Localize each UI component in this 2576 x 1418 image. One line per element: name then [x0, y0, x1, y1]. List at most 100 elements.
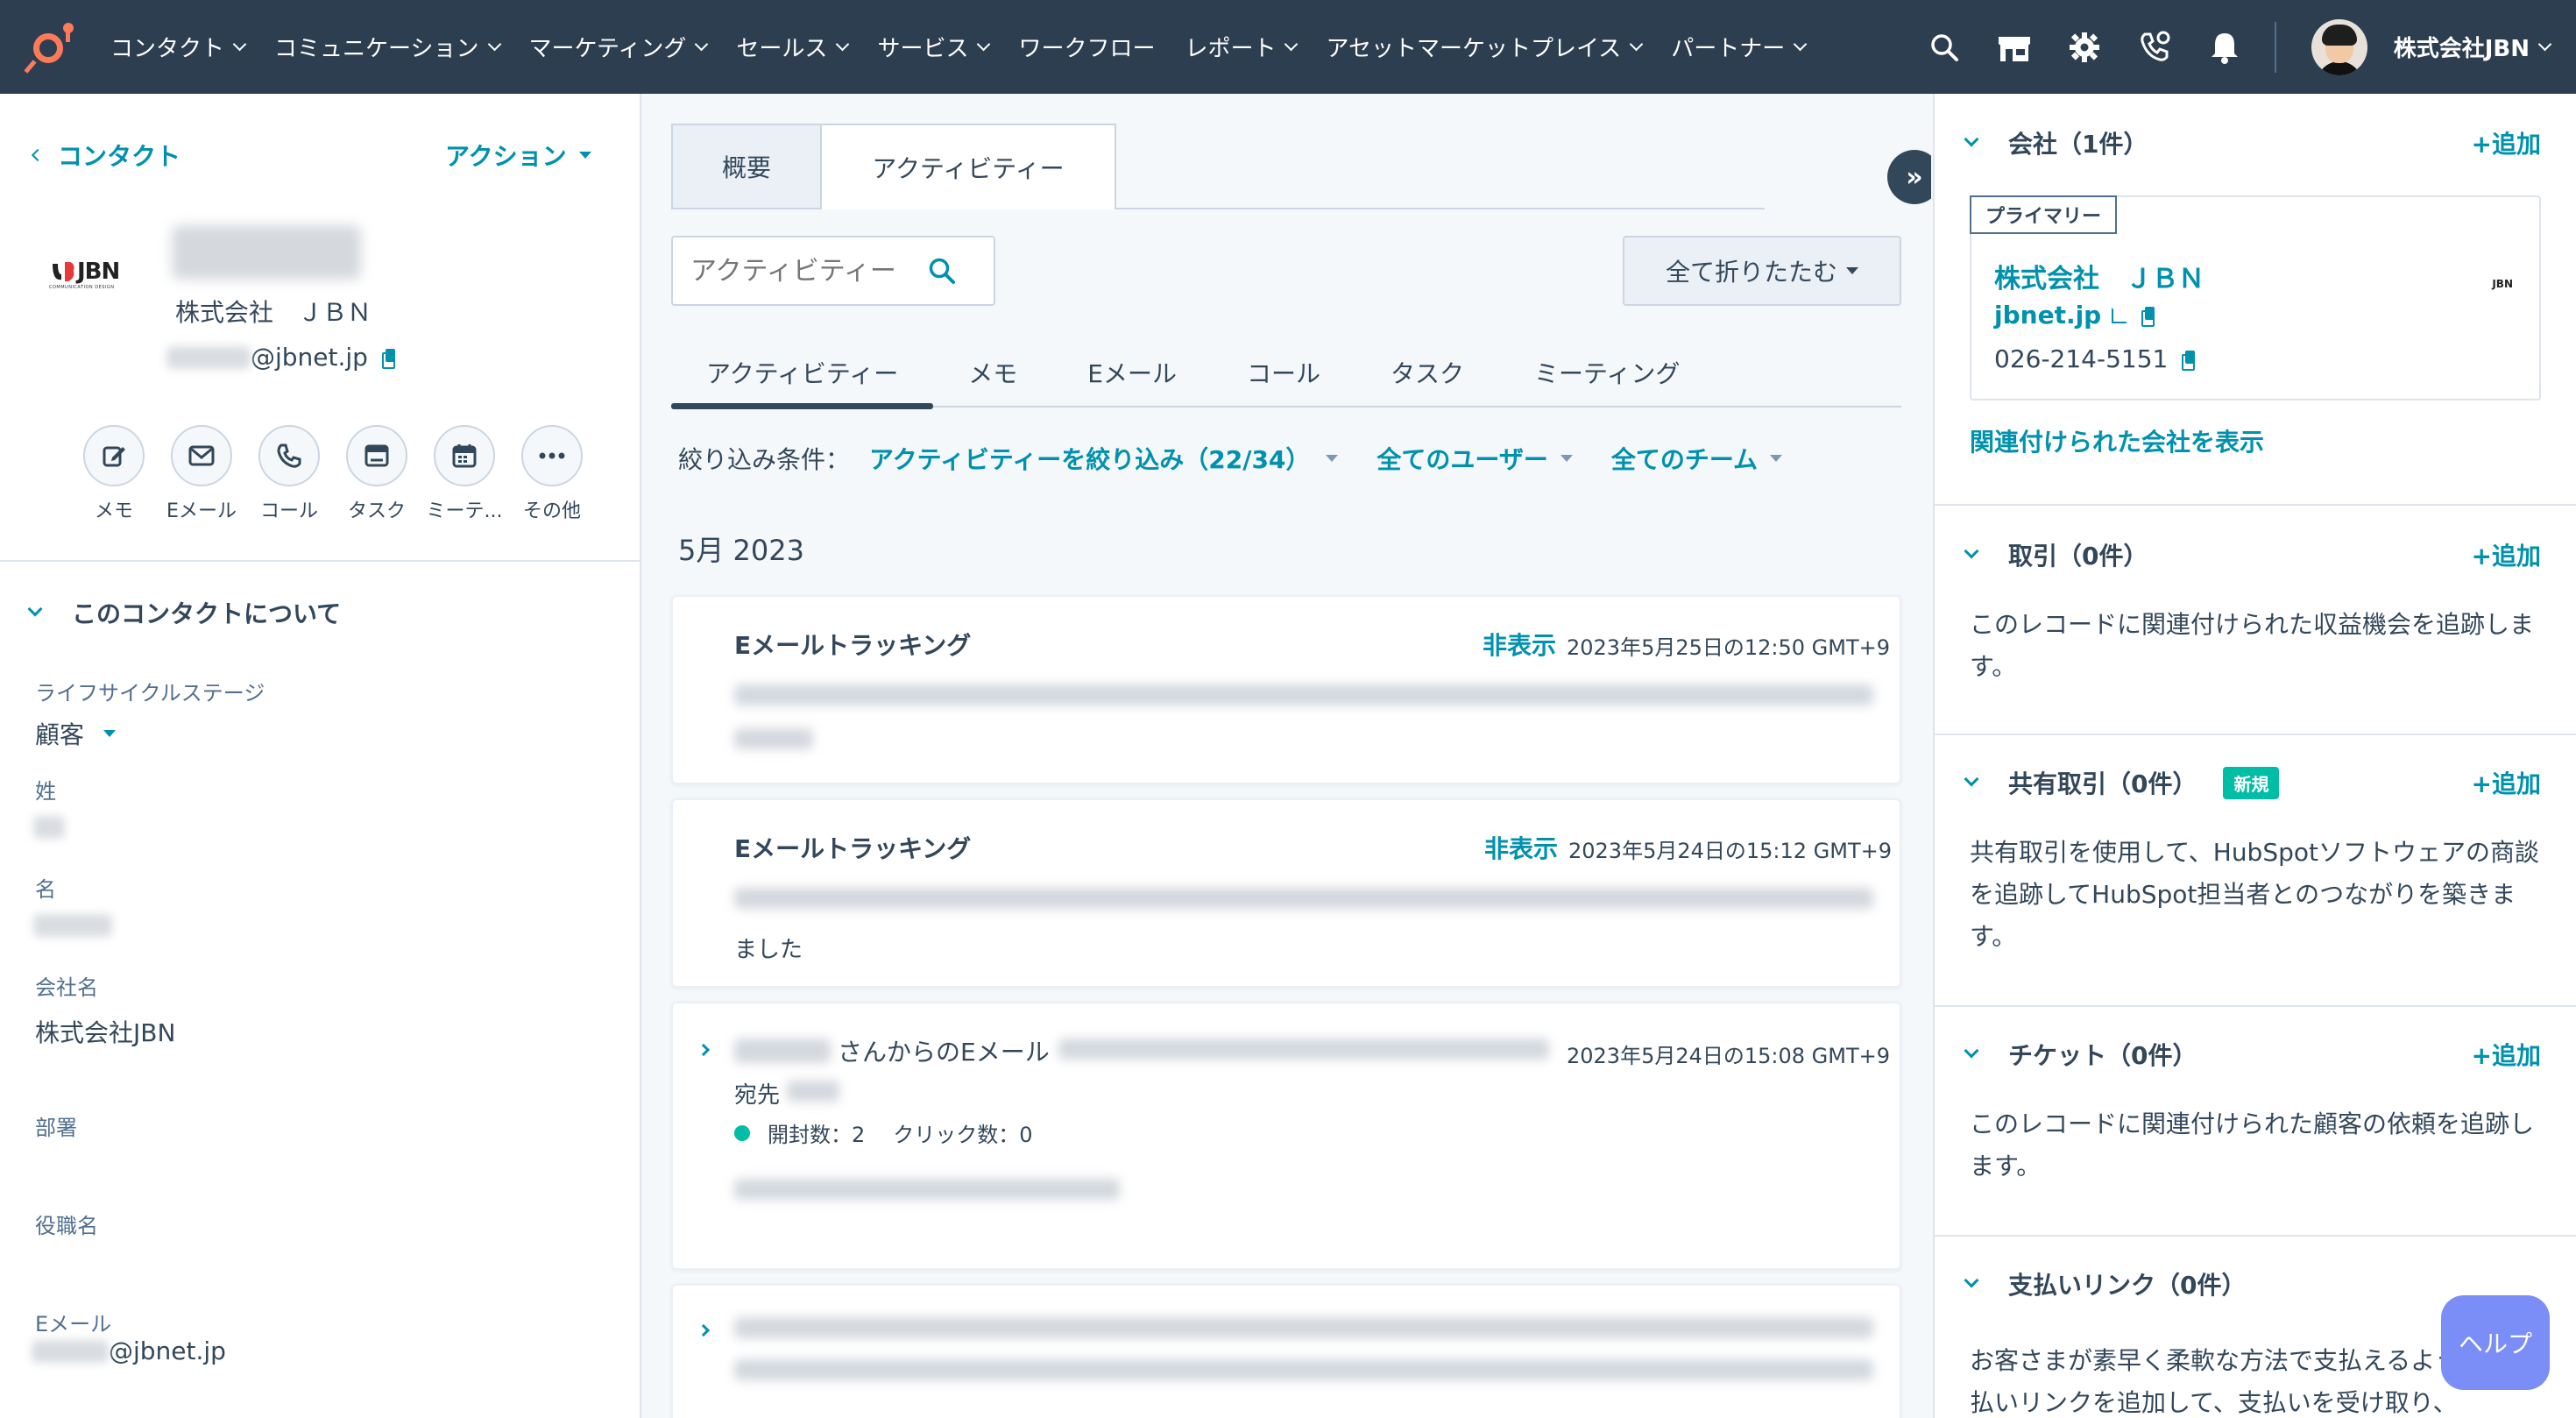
quick-action-email[interactable]: Eメール [158, 425, 245, 523]
help-button[interactable]: ヘルプ [2441, 1295, 2550, 1390]
tab-meetings[interactable]: ミーティング [1499, 339, 1715, 406]
tab-all-activities[interactable]: アクティビティー [671, 339, 934, 409]
activity-card[interactable]: Eメールトラッキング 非表示 2023年5月24日の15:12 GMT+9 まし… [671, 798, 1901, 988]
view-associated-companies-link[interactable]: 関連付けられた会社を表示 [1970, 423, 2264, 458]
activity-title: Eメールトラッキング [734, 834, 972, 863]
notifications-bell-icon[interactable] [2204, 27, 2245, 67]
user-avatar[interactable] [2311, 18, 2367, 75]
email-field[interactable]: @jbnet.jp [32, 1336, 226, 1365]
tab-tasks[interactable]: タスク [1355, 339, 1499, 406]
add-deal-button[interactable]: +追加 [2472, 537, 2541, 572]
nav-item-reports[interactable]: レポート [1185, 31, 1299, 63]
nav-item-partners[interactable]: パートナー [1671, 31, 1808, 63]
tab-overview[interactable]: 概要 [671, 124, 822, 209]
company-phone: 026-214-5151 [1994, 344, 2196, 373]
nav-utilities: 株式会社JBN [1924, 0, 2576, 94]
quick-action-call[interactable]: コール [245, 425, 333, 523]
email-label: Eメール [35, 1312, 112, 1336]
filter-users-dropdown[interactable]: 全てのユーザー [1376, 441, 1573, 476]
hide-link[interactable]: 非表示 [1483, 627, 1556, 662]
company-name-link[interactable]: 株式会社 ＪＢＮ [1994, 257, 2204, 295]
tab-emails[interactable]: Eメール [1052, 339, 1212, 406]
marketplace-icon[interactable] [1994, 27, 2035, 67]
chevron-right-icon[interactable] [697, 1323, 711, 1337]
external-link-icon [2112, 307, 2128, 323]
back-to-contacts-link[interactable]: コンタクト [31, 138, 180, 173]
quick-action-more[interactable]: その他 [508, 425, 596, 523]
calling-icon[interactable] [2134, 27, 2175, 67]
job-title-label: 役職名 [35, 1214, 98, 1238]
activity-date: 2023年5月24日の15:08 GMT+9 [1567, 1044, 1891, 1068]
lifecycle-stage-select[interactable]: 顧客 [35, 716, 117, 751]
filter-teams-dropdown[interactable]: 全てのチーム [1611, 441, 1783, 476]
quick-action-task[interactable]: タスク [333, 425, 421, 523]
tab-calls[interactable]: コール [1212, 339, 1355, 406]
company-name-field[interactable]: 株式会社JBN [35, 1014, 175, 1049]
activity-card[interactable]: Eメールトラッキング 非表示 2023年5月25日の12:50 GMT+9 [671, 595, 1901, 784]
primary-badge: プライマリー [1970, 195, 2118, 234]
chevron-right-icon[interactable] [697, 1043, 711, 1057]
filter-activity-dropdown[interactable]: アクティビティーを絞り込み（22/34） [869, 441, 1339, 476]
quick-action-meeting[interactable]: ミーテ... [421, 425, 508, 523]
add-ticket-button[interactable]: +追加 [2472, 1037, 2541, 1072]
tab-activities[interactable]: アクティビティー [822, 124, 1116, 209]
expand-sidebar-button[interactable]: » [1887, 150, 1931, 204]
edit-icon [103, 446, 125, 467]
payment-links-section-toggle[interactable]: 支払いリンク（0件） [1964, 1266, 2246, 1301]
chevron-down-icon [1793, 37, 1808, 52]
associations-sidebar: 会社（1件） +追加 プライマリー 株式会社 ＪＢＮ jbnet.jp 026-… [1933, 94, 2576, 1418]
company-domain-link[interactable]: jbnet.jp [1994, 301, 2155, 330]
collapse-all-button[interactable]: 全て折りたたむ [1623, 236, 1901, 306]
activity-card[interactable]: さんからのEメール 2023年5月24日の15:08 GMT+9 宛先 開封数：… [671, 1002, 1901, 1270]
copy-icon[interactable] [2182, 350, 2196, 371]
copy-icon[interactable] [381, 348, 396, 369]
about-section-toggle[interactable]: このコンタクトについて [27, 595, 341, 630]
chevron-down-icon[interactable] [2537, 37, 2552, 52]
section-divider [1935, 1235, 2576, 1237]
tab-notes[interactable]: メモ [933, 339, 1052, 406]
chevron-down-icon [487, 37, 501, 52]
activity-search-input[interactable] [690, 255, 927, 287]
contact-sidebar: コンタクト アクション JBN COMMUNICATION DESIGN 株式会… [0, 94, 641, 1418]
search-icon[interactable] [927, 256, 957, 286]
nav-item-workflows[interactable]: ワークフロー [1018, 31, 1155, 63]
shared-deals-section-toggle[interactable]: 共有取引（0件） 新規 [1964, 765, 2280, 800]
companies-section-toggle[interactable]: 会社（1件） [1964, 125, 2148, 160]
caret-down-icon [1770, 455, 1783, 462]
nav-item-sales[interactable]: セールス [736, 31, 850, 63]
quick-action-note[interactable]: メモ [70, 425, 158, 523]
account-name[interactable]: 株式会社JBN [2394, 31, 2530, 63]
chevron-down-icon [1964, 543, 1979, 559]
filter-label: 絞り込み条件： [678, 445, 851, 474]
deals-section-toggle[interactable]: 取引（0件） [1964, 537, 2148, 572]
nav-item-marketing[interactable]: マーケティング [529, 31, 709, 63]
add-shared-deal-button[interactable]: +追加 [2472, 765, 2541, 800]
nav-item-service[interactable]: サービス [877, 31, 991, 63]
last-name-field[interactable] [33, 816, 65, 839]
first-name-field[interactable] [33, 914, 112, 937]
redacted-text [166, 345, 251, 369]
more-icon [539, 452, 565, 459]
nav-item-asset-marketplace[interactable]: アセットマーケットプレイス [1326, 31, 1644, 63]
add-company-button[interactable]: +追加 [2472, 125, 2541, 160]
chevron-down-icon [1964, 1273, 1979, 1288]
settings-gear-icon[interactable] [2064, 27, 2105, 67]
section-divider [1935, 504, 2576, 506]
tickets-section-toggle[interactable]: チケット（0件） [1964, 1037, 2197, 1072]
hubspot-logo-icon[interactable] [24, 21, 77, 74]
nav-divider [2274, 21, 2276, 73]
activity-title: さんからのEメール [838, 1038, 1050, 1067]
search-icon[interactable] [1924, 27, 1964, 67]
actions-dropdown[interactable]: アクション [445, 138, 591, 173]
hide-link[interactable]: 非表示 [1484, 830, 1558, 865]
caret-down-icon [578, 152, 591, 159]
nav-item-conversations[interactable]: コミュニケーション [274, 31, 501, 63]
nav-item-contacts[interactable]: コンタクト [110, 31, 247, 63]
top-navigation: コンタクト コミュニケーション マーケティング セールス サービス ワークフロー… [0, 0, 2576, 94]
redacted-text [734, 1179, 1120, 1200]
copy-icon[interactable] [2141, 306, 2155, 327]
activity-search[interactable] [671, 236, 995, 306]
activity-card[interactable] [671, 1284, 1901, 1418]
redacted-text [734, 1317, 1873, 1338]
activity-title: Eメールトラッキング [734, 631, 972, 660]
